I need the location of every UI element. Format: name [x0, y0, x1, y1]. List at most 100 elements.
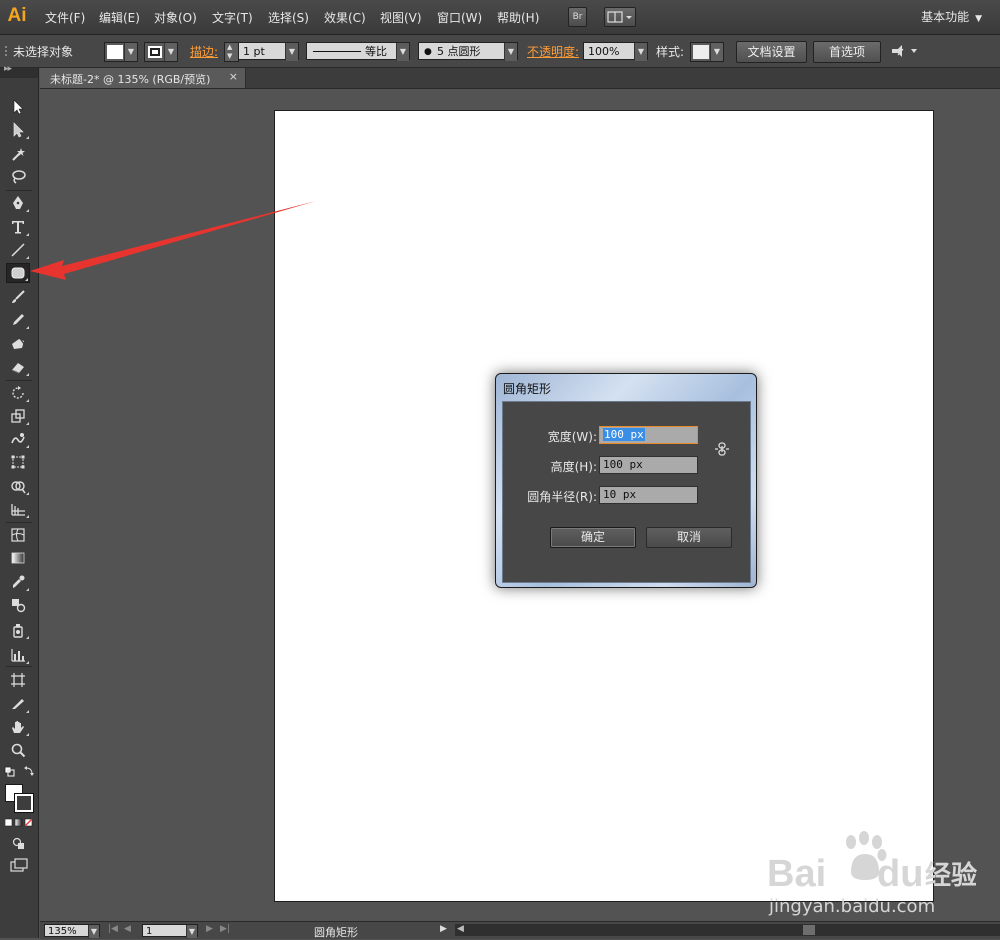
free-transform-tool[interactable]: [6, 452, 30, 472]
cancel-button[interactable]: 取消: [646, 527, 732, 548]
line-segment-tool[interactable]: [6, 240, 30, 260]
constrain-proportions-link-icon[interactable]: [714, 441, 730, 457]
menu-view[interactable]: 视图(V): [380, 9, 422, 26]
stroke-color-swatch[interactable]: [14, 793, 34, 813]
direct-selection-tool-icon: [13, 122, 24, 138]
brush-definition-dropdown[interactable]: ● 5 点圆形 ▼: [418, 42, 518, 61]
ok-button[interactable]: 确定: [550, 527, 636, 548]
default-fill-stroke-icon[interactable]: [4, 766, 36, 778]
height-field[interactable]: 100 px: [599, 456, 698, 474]
pencil-tool[interactable]: [6, 310, 30, 330]
status-menu-icon[interactable]: ▶: [440, 924, 447, 934]
previous-artboard-icon[interactable]: ◀: [124, 924, 131, 934]
stroke-weight-field[interactable]: 1 pt ▼: [238, 42, 299, 61]
document-tab[interactable]: 未标题-2* @ 135% (RGB/预览) ×: [40, 68, 246, 88]
corner-radius-label: 圆角半径(R):: [527, 490, 597, 504]
scrollbar-thumb[interactable]: [803, 925, 815, 935]
gradient-tool[interactable]: [6, 548, 30, 568]
lasso-tool[interactable]: [6, 167, 30, 187]
warp-tool[interactable]: [6, 429, 30, 449]
eyedropper-tool[interactable]: [6, 572, 30, 592]
fill-color-dropdown[interactable]: ▼: [104, 42, 138, 62]
tools-panel-grip[interactable]: ▸▸: [0, 64, 38, 78]
status-bar: 135% ▼ |◀ ◀ 1 ▼ ▶ ▶| 圆角矩形 ▶ ◀: [40, 921, 1000, 939]
zoom-tool[interactable]: [6, 740, 30, 760]
panel-menu-icon[interactable]: [889, 43, 921, 59]
scale-tool[interactable]: [6, 406, 30, 426]
stroke-weight-stepper[interactable]: ▲ ▼: [224, 42, 239, 62]
preferences-button[interactable]: 首选项: [813, 41, 881, 63]
menu-help[interactable]: 帮助(H): [497, 9, 539, 26]
eraser-tool[interactable]: [6, 357, 30, 377]
stroke-label[interactable]: 描边:: [190, 43, 218, 60]
menu-window[interactable]: 窗口(W): [437, 9, 482, 26]
menu-object[interactable]: 对象(O): [154, 9, 197, 26]
magic-wand-tool[interactable]: [6, 144, 30, 164]
drawing-mode-icon[interactable]: [11, 836, 27, 850]
screen-mode-icon[interactable]: [10, 858, 28, 872]
menu-bar: Ai 文件(F) 编辑(E) 对象(O) 文字(T) 选择(S) 效果(C) 视…: [0, 0, 1000, 35]
dialog-body: 宽度(W): 100 px 高度(H): 100 px 圆角半径(R): 10 …: [502, 401, 751, 583]
paintbrush-tool[interactable]: [6, 287, 30, 307]
stroke-color-dropdown[interactable]: ▼: [144, 42, 178, 62]
workspace-switcher[interactable]: 基本功能 ▼: [921, 8, 982, 25]
height-value: 100 px: [603, 458, 643, 471]
close-icon[interactable]: ×: [229, 70, 238, 83]
horizontal-scrollbar[interactable]: ◀: [455, 924, 1000, 936]
type-tool[interactable]: [6, 217, 30, 237]
paintbrush-tool-icon: [12, 290, 25, 303]
slice-tool[interactable]: [6, 694, 30, 714]
symbol-sprayer-tool-icon: [13, 624, 23, 638]
shape-builder-tool[interactable]: [6, 476, 30, 496]
document-setup-button[interactable]: 文档设置: [736, 41, 807, 63]
next-artboard-icon[interactable]: ▶: [206, 924, 213, 934]
arrange-documents-button[interactable]: [604, 7, 636, 27]
hand-tool[interactable]: [6, 717, 30, 737]
width-label: 宽度(W):: [547, 430, 597, 444]
direct-selection-tool[interactable]: [6, 120, 30, 140]
rotate-tool-icon: [12, 386, 24, 399]
watermark-brand: Bai: [767, 853, 826, 895]
zoom-level-value: 135%: [48, 926, 77, 937]
last-artboard-icon[interactable]: ▶|: [220, 924, 230, 934]
scroll-left-icon[interactable]: ◀: [457, 924, 464, 934]
first-artboard-icon[interactable]: |◀: [108, 924, 118, 934]
menu-type[interactable]: 文字(T): [212, 9, 253, 26]
artboard-navigation-field[interactable]: 1 ▼: [142, 924, 198, 938]
menu-effect[interactable]: 效果(C): [324, 9, 366, 26]
collapse-icon[interactable]: ▸▸: [4, 64, 12, 74]
symbol-sprayer-tool[interactable]: [6, 620, 30, 640]
opacity-label[interactable]: 不透明度:: [527, 43, 579, 60]
opacity-field[interactable]: 100% ▼: [583, 42, 648, 61]
type-tool-icon: [12, 221, 24, 234]
rounded-rectangle-tool[interactable]: [6, 263, 30, 283]
variable-width-profile-dropdown[interactable]: 等比 ▼: [306, 42, 410, 61]
perspective-grid-tool[interactable]: [6, 499, 30, 519]
mesh-tool-icon: [11, 528, 25, 542]
blend-tool[interactable]: [6, 595, 30, 615]
mesh-tool[interactable]: [6, 525, 30, 545]
width-field[interactable]: 100 px: [599, 426, 698, 444]
chevron-down-icon: ▼: [285, 43, 298, 61]
artboard-tool[interactable]: [6, 670, 30, 690]
column-graph-tool[interactable]: [6, 645, 30, 665]
corner-radius-field[interactable]: 10 px: [599, 486, 698, 504]
chevron-down-icon: ▼: [396, 43, 409, 61]
chevron-down-icon: ▼: [975, 14, 982, 24]
selection-tool[interactable]: [6, 97, 30, 117]
menu-file[interactable]: 文件(F): [45, 9, 85, 26]
color-mode-icons[interactable]: [5, 818, 33, 828]
chevron-down-icon: ▼: [124, 43, 137, 61]
bridge-button[interactable]: Br: [568, 7, 587, 27]
graphic-style-dropdown[interactable]: ▼: [690, 42, 724, 62]
menu-select[interactable]: 选择(S): [268, 9, 309, 26]
menu-edit[interactable]: 编辑(E): [99, 9, 140, 26]
pen-tool[interactable]: [6, 193, 30, 213]
shape-builder-tool-icon: [11, 481, 26, 494]
blob-brush-tool[interactable]: [6, 333, 30, 353]
rotate-tool[interactable]: [6, 383, 30, 403]
rounded-rectangle-dialog: 圆角矩形 宽度(W): 100 px 高度(H): 100 px 圆角半径(R)…: [495, 373, 757, 588]
zoom-level-field[interactable]: 135% ▼: [44, 924, 100, 938]
warp-tool-icon: [11, 433, 25, 444]
stroke-profile-value: 等比: [365, 45, 387, 58]
